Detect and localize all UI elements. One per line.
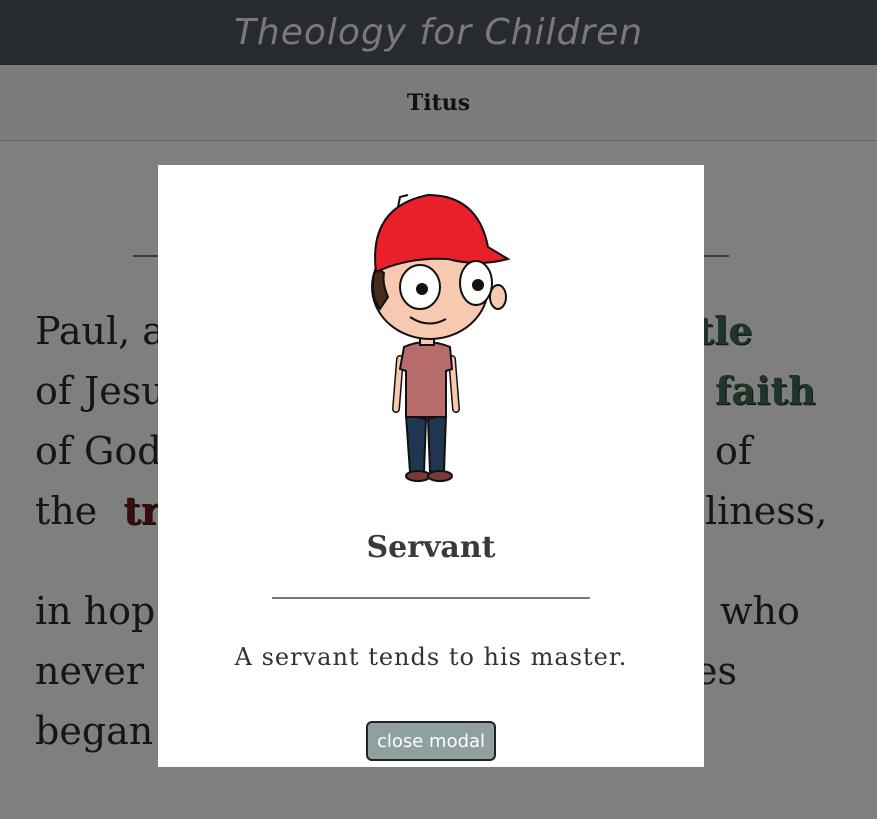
modal-title: Servant [366,530,496,565]
modal-description: A servant tends to his master. [234,643,628,671]
word-modal: Servant A servant tends to his master. c… [158,165,704,767]
close-modal-button[interactable]: close modal [366,721,496,761]
servant-character-icon [371,193,511,482]
modal-divider [272,597,590,599]
